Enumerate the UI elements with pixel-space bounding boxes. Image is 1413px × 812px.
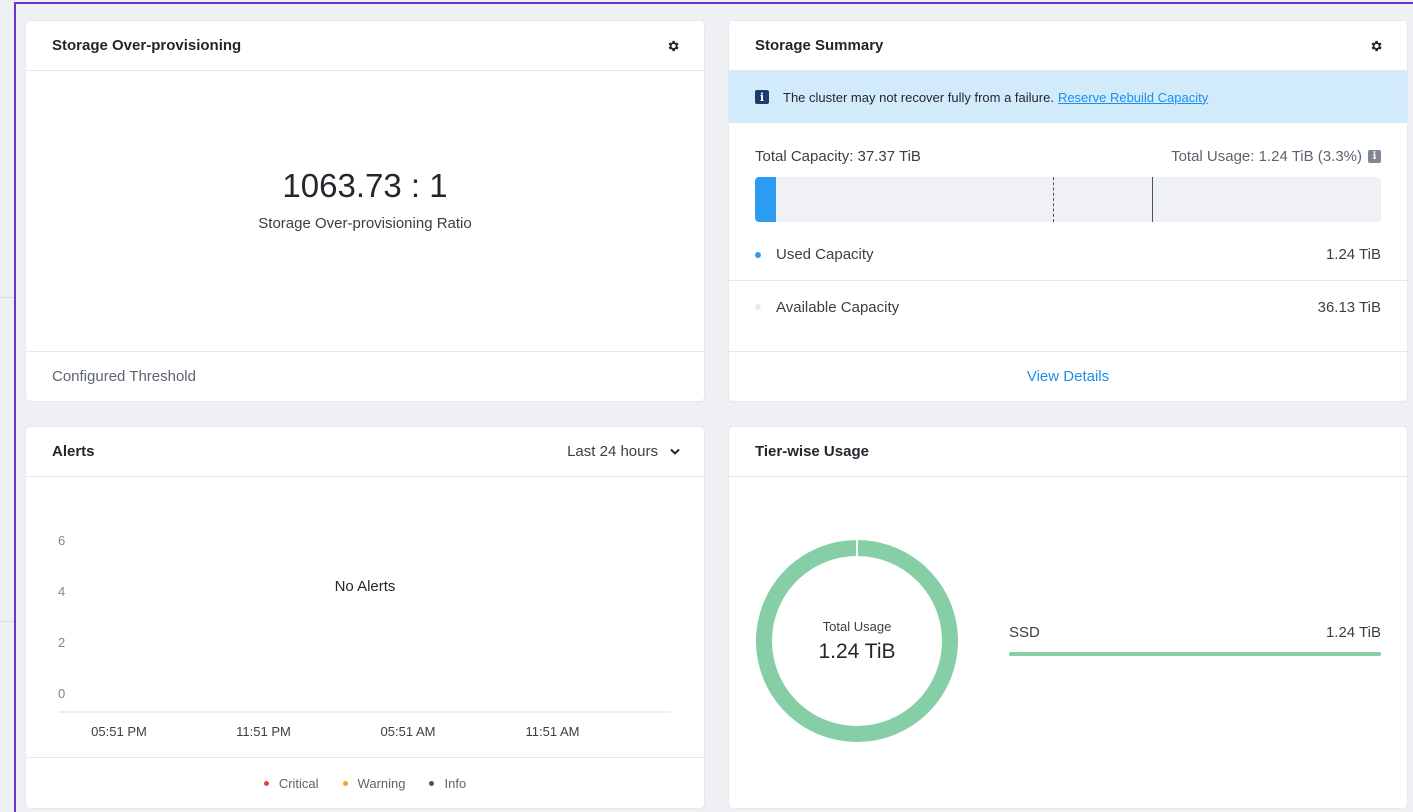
- card-header: Storage Summary: [729, 21, 1407, 71]
- tier-name: SSD: [1009, 624, 1040, 641]
- card-header: Storage Over-provisioning: [26, 21, 704, 71]
- legend-item-critical: Critical: [263, 775, 319, 791]
- used-capacity-row: Used Capacity 1.24 TiB: [729, 229, 1407, 281]
- used-capacity-value: 1.24 TiB: [1325, 246, 1381, 263]
- background-divider: [0, 297, 14, 298]
- x-tick-label: 05:51 AM: [381, 724, 436, 739]
- banner-text: The cluster may not recover fully from a…: [783, 89, 1054, 105]
- alerts-legend: Critical Warning Info: [26, 757, 704, 808]
- donut-center: Total Usage 1.24 TiB: [749, 533, 965, 749]
- y-tick-label: 6: [58, 533, 65, 548]
- y-tick-label: 0: [58, 686, 65, 701]
- view-details-link[interactable]: View Details: [1027, 368, 1109, 385]
- y-tick-label: 4: [58, 584, 65, 599]
- overprovisioning-card: Storage Over-provisioning 1063.73 : 1 St…: [26, 21, 704, 401]
- available-capacity-label: Available Capacity: [776, 298, 900, 316]
- total-usage: Total Usage: 1.24 TiB (3.3%) i: [1171, 148, 1381, 165]
- card-header: Alerts Last 24 hours: [26, 427, 704, 477]
- card-header: Tier-wise Usage: [729, 427, 1407, 477]
- card-title: Tier-wise Usage: [755, 443, 869, 460]
- gear-icon[interactable]: [666, 39, 680, 53]
- donut-label: Total Usage: [822, 618, 892, 634]
- x-tick-label: 05:51 PM: [91, 724, 147, 739]
- total-usage-text: Total Usage: 1.24 TiB (3.3%): [1171, 148, 1362, 165]
- used-capacity-label: Used Capacity: [776, 246, 874, 263]
- info-dot: [429, 780, 435, 786]
- ratio-label: Storage Over-provisioning Ratio: [258, 215, 472, 232]
- configured-threshold-label: Configured Threshold: [52, 368, 196, 385]
- tier-bar-ssd: [1009, 652, 1381, 656]
- legend-item-info: Info: [429, 776, 466, 791]
- critical-dot: [263, 780, 269, 786]
- x-tick-label: 11:51 AM: [526, 724, 580, 739]
- capacity-threshold-dashed-marker: [1053, 177, 1054, 222]
- time-range-select[interactable]: Last 24 hours: [567, 443, 680, 460]
- overprovisioning-ratio: 1063.73 : 1: [282, 167, 448, 204]
- alerts-card: Alerts Last 24 hours 0 2 4 6 05:51 PM 11:51 …: [26, 427, 704, 808]
- available-capacity-dot: [755, 304, 761, 310]
- total-capacity: Total Capacity: 37.37 TiB: [755, 148, 921, 165]
- info-banner: i The cluster may not recover fully from…: [729, 71, 1407, 123]
- tier-usage-card: Tier-wise Usage Total Usage 1.24 TiB SSD…: [729, 427, 1407, 808]
- card-title: Alerts: [52, 443, 95, 460]
- no-alerts-text: No Alerts: [335, 578, 396, 595]
- info-icon[interactable]: i: [1368, 150, 1381, 163]
- legend-item-warning: Warning: [342, 775, 406, 791]
- legend-label: Info: [444, 775, 467, 791]
- reserve-rebuild-capacity-link[interactable]: Reserve Rebuild Capacity: [1058, 90, 1208, 105]
- available-capacity-row: Available Capacity 36.13 TiB: [729, 281, 1407, 333]
- warning-dot: [342, 780, 348, 786]
- tier-bar-fill: [1009, 652, 1381, 656]
- legend-label: Warning: [357, 775, 406, 791]
- capacity-row: Total Capacity: 37.37 TiB Total Usage: 1…: [755, 148, 1381, 165]
- available-capacity-value: 36.13 TiB: [1317, 298, 1381, 316]
- capacity-bar: [755, 177, 1381, 222]
- storage-summary-card: Storage Summary i The cluster may not re…: [729, 21, 1407, 401]
- time-range-value: Last 24 hours: [567, 443, 658, 460]
- y-tick-label: 2: [58, 635, 65, 650]
- x-tick-label: 11:51 PM: [236, 724, 291, 739]
- capacity-threshold-marker: [1152, 177, 1153, 222]
- card-title: Storage Over-provisioning: [52, 37, 242, 54]
- tier-value: 1.24 TiB: [1325, 624, 1381, 641]
- alerts-chart: 0 2 4 6 05:51 PM 11:51 PM 05:51 AM 11:51 AM No…: [58, 533, 671, 739]
- configured-threshold: Configured Threshold: [26, 351, 704, 401]
- legend-label: Critical: [278, 775, 319, 791]
- gear-icon[interactable]: [1369, 39, 1383, 53]
- chevron-down-icon: [670, 448, 680, 455]
- info-icon: i: [755, 90, 769, 104]
- summary-footer: View Details: [729, 351, 1407, 401]
- background-divider: [0, 621, 14, 622]
- donut-value: 1.24 TiB: [818, 639, 896, 663]
- used-capacity-fill: [755, 177, 776, 222]
- used-capacity-dot: [755, 251, 761, 258]
- card-title: Storage Summary: [755, 37, 884, 54]
- tier-row-ssd: SSD 1.24 TiB: [1009, 624, 1381, 641]
